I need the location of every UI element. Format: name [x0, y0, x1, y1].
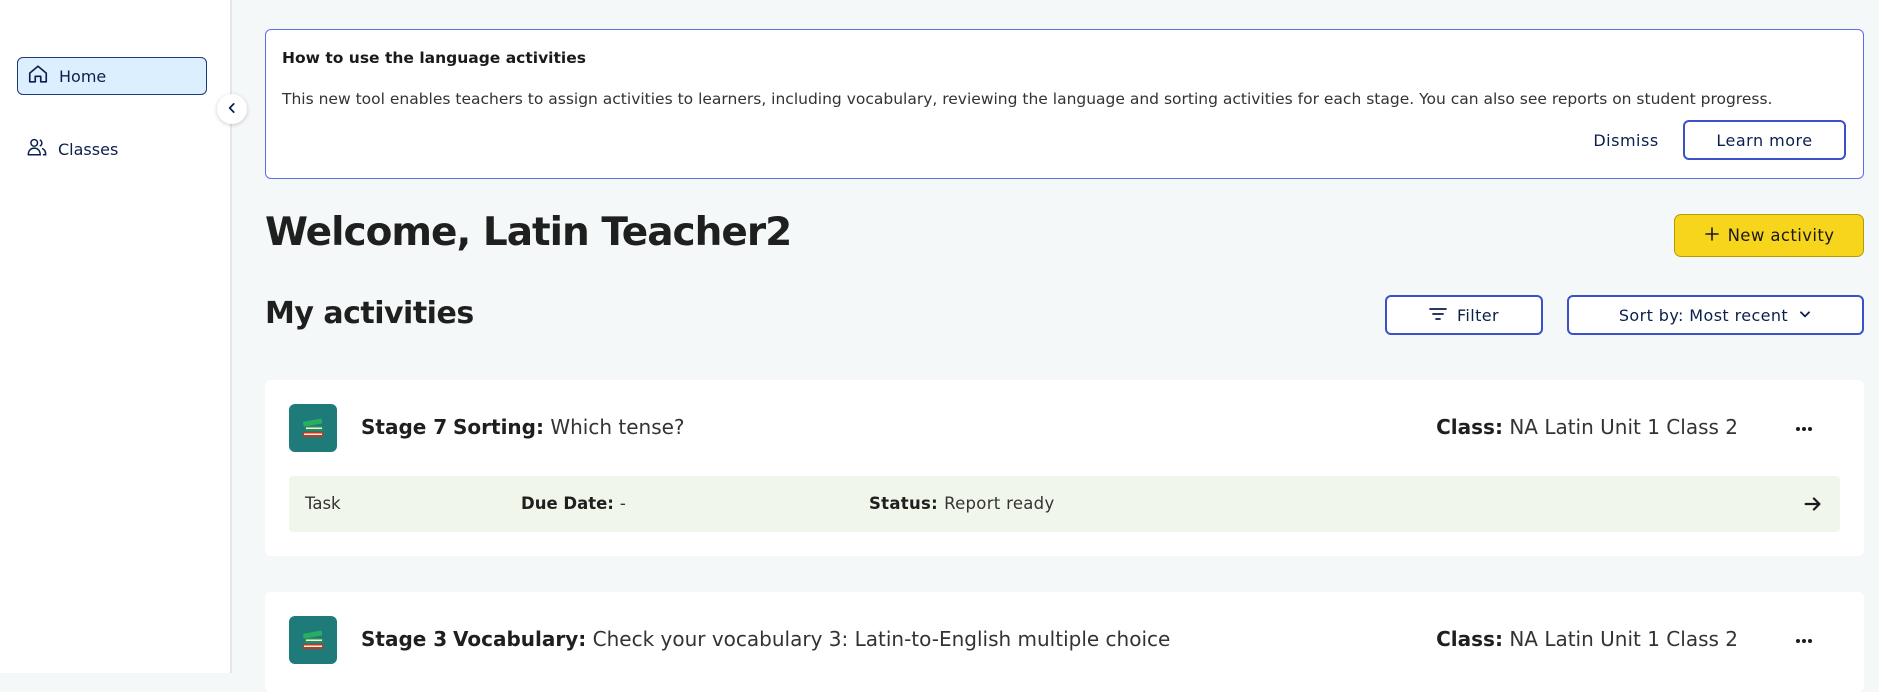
more-options-button[interactable]	[1788, 622, 1820, 654]
banner-text: This new tool enables teachers to assign…	[282, 90, 1773, 108]
activity-card: Stage 7 Sorting: Which tense? Class: NA …	[265, 380, 1864, 556]
section-title: My activities	[265, 296, 474, 331]
due-date-value: -	[619, 494, 626, 513]
new-activity-label: New activity	[1727, 226, 1835, 245]
sidebar-item-label: Home	[59, 66, 107, 86]
activity-name: Check your vocabulary 3: Latin-to-Englis…	[592, 627, 1171, 651]
chevron-down-icon	[1798, 306, 1812, 325]
activity-name: Which tense?	[550, 415, 685, 439]
activity-title[interactable]: Sorting: Which tense?	[453, 415, 685, 439]
activity-title[interactable]: Vocabulary: Check your vocabulary 3: Lat…	[453, 627, 1170, 651]
activity-class: Class: NA Latin Unit 1 Class 2	[1436, 415, 1738, 439]
sort-label: Sort by: Most recent	[1618, 305, 1789, 325]
due-date: Due Date: -	[521, 494, 626, 513]
books-icon	[289, 404, 337, 452]
class-label: Class:	[1436, 415, 1503, 439]
filter-icon	[1429, 306, 1447, 325]
sort-dropdown[interactable]: Sort by: Most recent	[1567, 295, 1864, 335]
arrow-right-icon	[1802, 493, 1824, 515]
class-name: NA Latin Unit 1 Class 2	[1509, 415, 1738, 439]
plus-icon	[1704, 226, 1720, 246]
class-label: Class:	[1436, 627, 1503, 651]
activity-stage: Stage 7	[361, 415, 448, 439]
users-icon	[26, 136, 48, 162]
new-activity-button[interactable]: New activity	[1674, 214, 1864, 257]
collapse-sidebar-button[interactable]	[217, 94, 247, 124]
more-horizontal-icon	[1795, 417, 1813, 436]
sidebar-item-label: Classes	[58, 139, 119, 159]
banner-title: How to use the language activities	[282, 49, 586, 67]
sidebar: Home Classes	[0, 0, 232, 673]
info-banner: How to use the language activities This …	[265, 29, 1864, 179]
sidebar-item-home[interactable]: Home	[17, 57, 207, 95]
sidebar-item-classes[interactable]: Classes	[17, 130, 207, 168]
learn-more-button[interactable]: Learn more	[1683, 120, 1846, 160]
books-icon	[289, 616, 337, 664]
filter-button[interactable]: Filter	[1385, 295, 1543, 335]
due-date-label: Due Date:	[521, 494, 614, 513]
activity-type: Sorting:	[453, 415, 544, 439]
activity-type: Vocabulary:	[453, 627, 587, 651]
task-label: Task	[305, 494, 341, 513]
activity-stage: Stage 3	[361, 627, 448, 651]
class-name: NA Latin Unit 1 Class 2	[1509, 627, 1738, 651]
status-value: Report ready	[944, 494, 1055, 513]
dismiss-button[interactable]: Dismiss	[1581, 120, 1671, 160]
more-horizontal-icon	[1795, 629, 1813, 648]
status-label: Status:	[869, 494, 939, 513]
home-icon	[27, 63, 49, 89]
page-title: Welcome, Latin Teacher2	[265, 210, 792, 255]
chevron-left-icon	[225, 100, 239, 119]
more-options-button[interactable]	[1788, 410, 1820, 442]
task-row[interactable]: Task Due Date: - Status: Report ready	[289, 476, 1840, 532]
status: Status: Report ready	[869, 494, 1055, 513]
filter-label: Filter	[1456, 305, 1500, 325]
activity-card: Stage 3 Vocabulary: Check your vocabular…	[265, 592, 1864, 692]
activity-class: Class: NA Latin Unit 1 Class 2	[1436, 627, 1738, 651]
